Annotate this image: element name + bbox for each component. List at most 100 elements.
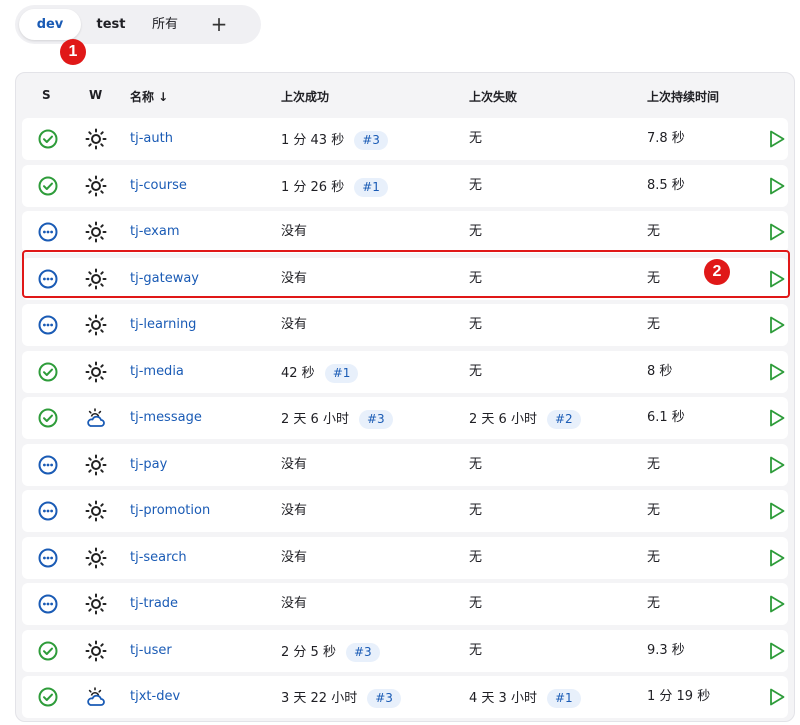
- build-now-play-icon[interactable]: [768, 455, 786, 475]
- success-build-link[interactable]: #3: [354, 131, 388, 150]
- weather-sunny-icon[interactable]: [85, 361, 107, 383]
- last-success-cell: 没有: [281, 271, 307, 287]
- status-notbuilt-icon[interactable]: [37, 500, 59, 522]
- weather-sunny-icon[interactable]: [85, 175, 107, 197]
- last-duration-cell: 9.3 秒: [647, 642, 685, 658]
- build-now-play-icon[interactable]: [768, 315, 786, 335]
- build-now-play-icon[interactable]: [768, 501, 786, 521]
- last-duration-cell: 无: [647, 270, 661, 286]
- job-name-link[interactable]: tj-media: [130, 364, 184, 380]
- job-name-link[interactable]: tj-course: [130, 178, 187, 194]
- status-success-icon[interactable]: [37, 128, 59, 150]
- job-name-link[interactable]: tj-auth: [130, 131, 173, 147]
- last-failure-text: 无: [469, 270, 483, 286]
- failure-build-link[interactable]: #1: [546, 689, 581, 708]
- column-header-status[interactable]: S: [42, 88, 51, 102]
- table-row: tj-exam 没有 无 无: [22, 211, 788, 253]
- status-success-icon[interactable]: [37, 686, 59, 708]
- job-name-link[interactable]: tj-message: [130, 410, 202, 426]
- add-view-button[interactable]: +: [191, 9, 247, 40]
- status-success-icon[interactable]: [37, 407, 59, 429]
- success-build-link[interactable]: #3: [358, 410, 393, 429]
- last-duration-cell: 无: [647, 596, 661, 611]
- last-success-text: 1 分 26 秒: [281, 179, 345, 195]
- build-now-play-icon[interactable]: [768, 176, 786, 196]
- weather-sunny-icon[interactable]: [85, 547, 107, 569]
- view-tabs: dev test 所有 +: [15, 5, 261, 44]
- weather-sunny-icon[interactable]: [85, 640, 107, 662]
- build-now-play-icon[interactable]: [768, 222, 786, 242]
- job-name-link[interactable]: tj-promotion: [130, 503, 210, 519]
- table-row: tj-message 2 天 6 小时 #3 2 天 6 小时 #2 6.1 秒: [22, 397, 788, 439]
- tab-test[interactable]: test: [83, 9, 139, 40]
- success-build-link[interactable]: #3: [345, 642, 380, 662]
- last-failure-text: 无: [469, 503, 483, 518]
- last-success-text: 没有: [281, 549, 308, 565]
- weather-sunny-icon[interactable]: [85, 593, 107, 615]
- success-build-link[interactable]: #3: [367, 689, 401, 708]
- last-success-cell: 1 分 26 秒 #1: [281, 177, 388, 197]
- job-name-link[interactable]: tj-search: [130, 550, 187, 566]
- build-now-play-icon[interactable]: [768, 548, 786, 568]
- table-row: tjxt-dev 3 天 22 小时 #3 4 天 3 小时 #1 1 分 19 秒: [22, 676, 788, 718]
- status-success-icon[interactable]: [37, 175, 59, 197]
- build-now-play-icon[interactable]: [768, 269, 786, 289]
- status-notbuilt-icon[interactable]: [37, 454, 59, 476]
- success-build-link[interactable]: #1: [324, 363, 359, 383]
- build-now-play-icon[interactable]: [768, 687, 786, 707]
- last-failure-text: 无: [469, 131, 483, 146]
- column-header-last-success[interactable]: 上次成功: [281, 88, 329, 105]
- weather-cloudy-icon[interactable]: [85, 407, 107, 429]
- last-success-cell: 2 天 6 小时 #3: [281, 410, 393, 429]
- weather-sunny-icon[interactable]: [85, 128, 107, 150]
- build-now-play-icon[interactable]: [768, 641, 786, 661]
- build-now-play-icon[interactable]: [768, 129, 786, 149]
- column-header-weather[interactable]: W: [89, 88, 102, 102]
- table-row: tj-media 42 秒 #1 无 8 秒: [22, 350, 788, 393]
- job-name-link[interactable]: tj-exam: [130, 224, 180, 240]
- tab-dev[interactable]: dev: [19, 9, 81, 40]
- last-success-cell: 没有: [281, 596, 307, 612]
- job-name-link[interactable]: tj-trade: [130, 596, 178, 612]
- status-notbuilt-icon[interactable]: [37, 268, 59, 290]
- status-success-icon[interactable]: [37, 640, 59, 662]
- last-success-cell: 2 分 5 秒 #3: [281, 642, 380, 662]
- build-now-play-icon[interactable]: [768, 362, 786, 382]
- last-success-text: 没有: [281, 503, 308, 518]
- table-row: tj-course 1 分 26 秒 #1 无 8.5 秒: [22, 164, 788, 207]
- job-name-link[interactable]: tj-learning: [130, 317, 196, 333]
- status-notbuilt-icon[interactable]: [37, 547, 59, 569]
- last-failure-cell: 无: [469, 317, 482, 333]
- last-failure-text: 无: [469, 456, 483, 472]
- weather-sunny-icon[interactable]: [85, 221, 107, 243]
- build-now-play-icon[interactable]: [768, 594, 786, 614]
- tab-all[interactable]: 所有: [139, 9, 191, 40]
- column-header-last-failure[interactable]: 上次失败: [469, 88, 517, 105]
- column-header-last-duration[interactable]: 上次持续时间: [647, 88, 719, 105]
- status-success-icon[interactable]: [37, 361, 59, 383]
- status-notbuilt-icon[interactable]: [37, 314, 59, 336]
- weather-sunny-icon[interactable]: [85, 314, 107, 336]
- weather-sunny-icon[interactable]: [85, 500, 107, 522]
- weather-sunny-icon[interactable]: [85, 268, 107, 290]
- last-success-text: 没有: [281, 596, 308, 611]
- last-duration-cell: 6.1 秒: [647, 410, 685, 425]
- last-success-cell: 没有: [281, 317, 307, 333]
- weather-sunny-icon[interactable]: [85, 454, 107, 476]
- annotation-marker-2: 2: [704, 259, 730, 285]
- last-failure-cell: 无: [469, 643, 482, 659]
- job-name-link[interactable]: tjxt-dev: [130, 689, 180, 705]
- last-success-text: 3 天 22 小时: [281, 691, 358, 706]
- success-build-link[interactable]: #1: [354, 177, 388, 197]
- last-success-text: 没有: [281, 224, 308, 239]
- job-name-link[interactable]: tj-user: [130, 643, 172, 659]
- failure-build-link[interactable]: #2: [546, 410, 581, 429]
- build-now-play-icon[interactable]: [768, 408, 786, 428]
- weather-cloudy-icon[interactable]: [85, 686, 107, 708]
- status-notbuilt-icon[interactable]: [37, 593, 59, 615]
- status-notbuilt-icon[interactable]: [37, 221, 59, 243]
- job-name-link[interactable]: tj-gateway: [130, 271, 199, 287]
- column-header-name[interactable]: 名称 ↓: [130, 88, 168, 105]
- job-name-link[interactable]: tj-pay: [130, 457, 167, 473]
- last-success-text: 没有: [281, 456, 308, 472]
